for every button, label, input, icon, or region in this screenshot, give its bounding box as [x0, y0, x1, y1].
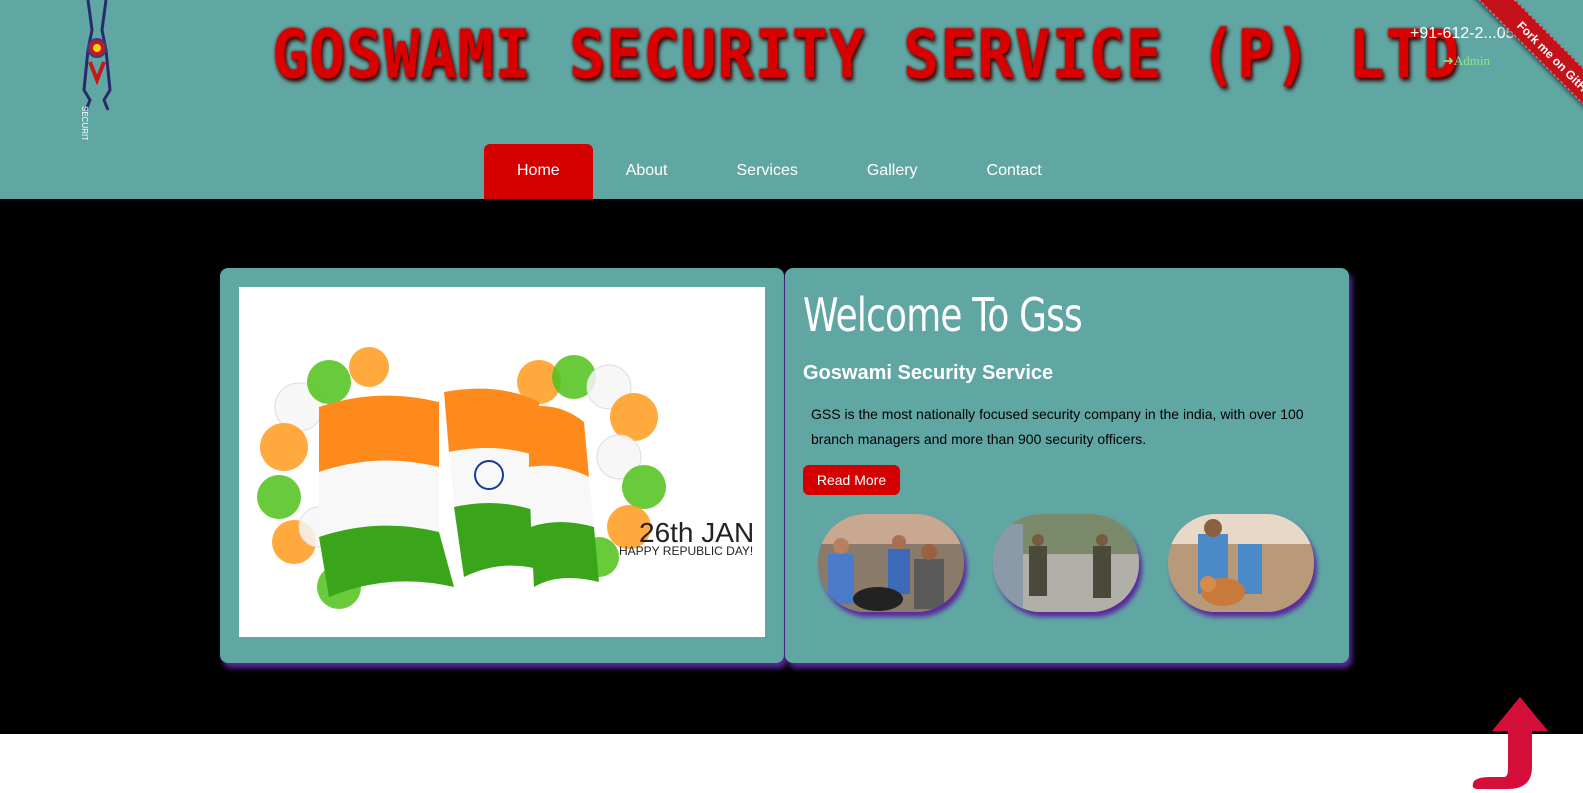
welcome-panel: Welcome To Gss Goswami Security Service …: [785, 268, 1349, 663]
nav-item-gallery[interactable]: Gallery: [834, 144, 954, 199]
republic-day-image: 26th JAN HAPPY REPUBLIC DAY!: [257, 347, 754, 609]
nav-item-about[interactable]: About: [593, 144, 704, 199]
main-nav: Home About Services Gallery Contact: [484, 144, 1078, 199]
dog-handler-thumbnail[interactable]: [1168, 514, 1314, 612]
read-more-button[interactable]: Read More: [803, 465, 900, 495]
nav-item-home[interactable]: Home: [484, 144, 593, 199]
logo-icon[interactable]: SECURITY: [78, 0, 116, 140]
github-ribbon-label[interactable]: Fork me on GitHub: [1471, 0, 1583, 148]
nav-item-contact[interactable]: Contact: [954, 144, 1078, 199]
republic-day-slide[interactable]: 26th JAN HAPPY REPUBLIC DAY!: [239, 287, 765, 637]
company-description: GSS is the most nationally focused secur…: [811, 406, 1304, 447]
page-bottom: [0, 734, 1583, 793]
road-guards-thumbnail[interactable]: [993, 514, 1139, 612]
hero-section: 26th JAN HAPPY REPUBLIC DAY! Welcome To …: [0, 199, 1583, 734]
slider-panel: 26th JAN HAPPY REPUBLIC DAY!: [220, 268, 784, 663]
site-title: GOSWAMI SECURITY SERVICE (P) LTD: [272, 16, 1460, 95]
scroll-to-top-icon[interactable]: [1468, 697, 1552, 789]
github-ribbon[interactable]: Fork me on GitHub: [1420, 0, 1583, 163]
company-name: Goswami Security Service: [803, 362, 1054, 384]
nav-item-services[interactable]: Services: [704, 144, 834, 199]
logo-text: SECURITY: [80, 106, 89, 140]
welcome-title: Welcome To Gss: [803, 288, 1083, 342]
site-header: SECURITY GOSWAMI SECURITY SERVICE (P) LT…: [0, 0, 1583, 199]
slide-subtitle: HAPPY REPUBLIC DAY!: [619, 544, 753, 558]
thumbnail-row: [818, 514, 1314, 612]
guards-thumbnail[interactable]: [818, 514, 964, 612]
